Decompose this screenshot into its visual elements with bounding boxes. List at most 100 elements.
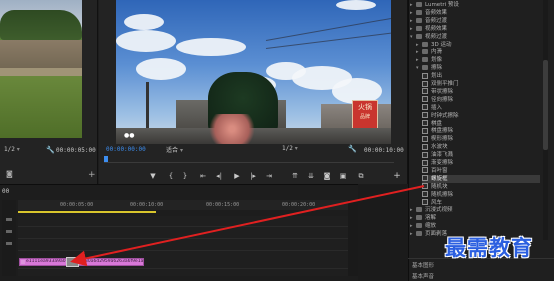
camera-icon[interactable]: ◙: [6, 170, 13, 178]
effect-item[interactable]: 带状擦除: [422, 88, 540, 96]
video-clip[interactable]: 30a6d2959a6263a6f9e1ad: [78, 258, 144, 266]
effect-icon: [422, 151, 428, 158]
effect-label: 3D 运动: [431, 41, 452, 48]
play-icon[interactable]: ▶: [232, 172, 242, 180]
transition-marker[interactable]: [66, 257, 79, 267]
folder-icon: [416, 9, 422, 15]
effect-label: 螺旋框: [431, 175, 448, 182]
video-clip[interactable]: e1111ea933a9a07: [19, 258, 67, 266]
effect-label: 带状擦除: [431, 88, 454, 95]
button-editor-icon[interactable]: ▣: [338, 172, 348, 180]
effect-label: 水波块: [431, 144, 448, 151]
program-scrub-bar[interactable]: [104, 162, 394, 163]
effect-label: 沉浸式视频: [425, 207, 453, 214]
effect-item[interactable]: 插入: [422, 104, 540, 112]
effect-label: 风车: [431, 199, 443, 206]
effect-folder[interactable]: ▸ 内滑: [416, 48, 540, 56]
effect-item[interactable]: 棋盘: [422, 120, 540, 128]
wrench-icon[interactable]: 🔧: [348, 145, 357, 153]
watermark-text: 最需教育: [445, 236, 533, 260]
effect-label: 渐变擦除: [431, 160, 454, 166]
effect-folder[interactable]: ▸ 视频效果: [410, 25, 540, 33]
effect-icon: [422, 72, 428, 79]
effect-label: 缩放: [425, 223, 437, 230]
effect-label: 划出: [431, 73, 443, 80]
program-zoom-select[interactable]: 1/2 ▾: [282, 145, 298, 152]
source-video-frame: [0, 0, 82, 138]
effect-item[interactable]: 油漆飞溅: [422, 151, 540, 159]
effect-label: 页面剥落: [425, 231, 448, 238]
add-button-icon[interactable]: +: [88, 170, 96, 180]
effect-item[interactable]: 随机块: [422, 183, 540, 191]
source-zoom-select[interactable]: 1/2 ▾: [4, 146, 20, 153]
track-header-column: [2, 200, 16, 276]
effect-item[interactable]: 双侧平推门: [422, 80, 540, 88]
effect-label: 随机块: [431, 183, 448, 190]
track-toggle-icon[interactable]: [6, 242, 12, 245]
effects-scroll-thumb[interactable]: [543, 60, 548, 150]
effect-item[interactable]: 时钟式擦除: [422, 112, 540, 120]
go-to-out-icon[interactable]: ⇥: [264, 172, 274, 180]
folder-icon: [416, 2, 422, 7]
mark-in-icon[interactable]: {: [166, 172, 176, 180]
folder-icon: [422, 41, 428, 47]
fx-icon: [80, 260, 84, 264]
wrench-icon[interactable]: 🔧: [46, 146, 55, 154]
timeline-timecode: 00: [2, 188, 10, 195]
effect-folder[interactable]: ▾ 擦除: [416, 64, 540, 72]
effect-item[interactable]: 径向擦除: [422, 96, 540, 104]
add-button-icon[interactable]: +: [392, 172, 402, 181]
effect-folder[interactable]: ▸ 溶解: [410, 214, 540, 222]
track-toggle-icon[interactable]: [6, 230, 12, 233]
panel-label[interactable]: 基本图形: [412, 261, 434, 269]
effect-folder[interactable]: ▾ 视频过渡: [410, 33, 540, 41]
step-back-icon[interactable]: ◂|: [214, 172, 224, 180]
mark-out-icon[interactable]: }: [180, 172, 190, 180]
effect-folder[interactable]: ▸ Lumetri 预设: [410, 1, 540, 9]
effect-item[interactable]: 随机擦除: [422, 191, 540, 199]
effect-label: 双侧平推门: [431, 81, 459, 87]
effect-icon: [422, 183, 428, 190]
effect-folder[interactable]: ▸ 音频过渡: [410, 17, 540, 25]
effect-item[interactable]: 棋盘擦除: [422, 127, 540, 135]
effect-icon: [422, 175, 428, 182]
folder-icon: [416, 33, 422, 39]
camera-icon[interactable]: ◙: [322, 172, 332, 180]
car-vent-overlay: ●●: [124, 132, 135, 139]
panel-label[interactable]: 基本声音: [412, 272, 434, 280]
effect-item[interactable]: 渐变擦除: [422, 159, 540, 167]
effect-label: 棋盘擦除: [431, 128, 454, 135]
effect-icon: [422, 120, 428, 126]
effect-icon: [422, 104, 428, 111]
effect-item[interactable]: 水波块: [422, 143, 540, 151]
fit-select[interactable]: 适合 ▾: [166, 145, 183, 154]
program-end-timecode: 00:00:10:00: [364, 147, 404, 154]
track-area[interactable]: [18, 216, 348, 276]
folder-icon: [416, 215, 422, 221]
effect-label: 溶解: [425, 215, 437, 222]
extract-icon[interactable]: ⇊: [306, 172, 316, 180]
effect-folder[interactable]: ▸ 划像: [416, 56, 540, 64]
effect-folder[interactable]: ▸ 缩放: [410, 222, 540, 230]
marker-icon[interactable]: ▼: [148, 172, 158, 180]
effect-item[interactable]: 百叶窗: [422, 167, 540, 175]
go-to-in-icon[interactable]: ⇤: [198, 172, 208, 180]
compare-view-icon[interactable]: ⧉: [356, 172, 366, 180]
folder-icon: [416, 25, 422, 31]
timeline-scrollbar[interactable]: [348, 200, 358, 276]
folder-icon: [422, 49, 428, 55]
effect-folder[interactable]: ▸ 沉浸式视频: [410, 206, 540, 214]
effect-item[interactable]: 风车: [422, 199, 540, 207]
effect-folder[interactable]: ▸ 音频效果: [410, 9, 540, 17]
effect-item[interactable]: 螺旋框: [422, 174, 540, 183]
program-video-frame: 火锅 品牌 ●●: [116, 0, 391, 144]
work-area-bar[interactable]: [18, 211, 156, 213]
effect-folder[interactable]: ▸ 3D 运动: [416, 41, 540, 49]
side-panel: [358, 184, 408, 281]
effect-item[interactable]: 划出: [422, 72, 540, 80]
step-forward-icon[interactable]: |▸: [248, 172, 258, 180]
track-toggle-icon[interactable]: [6, 218, 12, 221]
lift-icon[interactable]: ⇈: [290, 172, 300, 180]
effect-item[interactable]: 楔形擦除: [422, 135, 540, 143]
effect-label: 内滑: [431, 49, 443, 56]
